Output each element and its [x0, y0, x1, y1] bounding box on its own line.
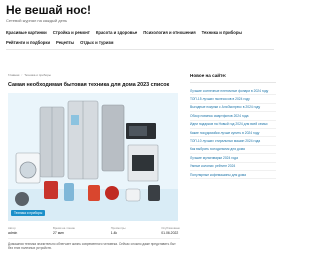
sidebar-list: Лучшие солнечные пленочные фонари в 2024… — [190, 87, 276, 180]
site-tagline: Сетевой журнал на каждый день — [6, 18, 68, 23]
breadcrumb: Главная / Техника и приборы — [8, 73, 51, 77]
site-title[interactable]: Не вешай нос! — [6, 4, 274, 17]
meta-published-label: Опубликовано — [161, 226, 180, 230]
site-header: Не вешай нос! Сетевой журнал на каждый д… — [6, 4, 274, 28]
sidebar-link[interactable]: Идеи подарков на Новый год 2024 для всей… — [190, 121, 276, 130]
meta-author-label: Автор — [8, 226, 16, 230]
nav-item-ratings[interactable]: Рейтинги и подборки — [6, 40, 50, 45]
sidebar-divider — [190, 82, 276, 83]
breadcrumb-separator: / — [21, 73, 23, 77]
article-title: Самая необходимая бытовая техника для до… — [8, 82, 170, 88]
appliances-illustration — [8, 93, 178, 221]
nav-item-travel[interactable]: Отдых и туризм — [80, 40, 113, 45]
sidebar-link[interactable]: Лучшие мультиварки 2024 года — [190, 154, 276, 163]
sidebar-link[interactable]: Выгодные покупки с АлиЭкспресс в 2024 го… — [190, 104, 276, 113]
main-nav-row-2: Рейтинги и подборки Рецепты Отдых и тури… — [6, 40, 113, 45]
meta-published: Опубликовано 01.06.2022 — [161, 226, 180, 235]
sidebar: Новое на сайте: Лучшие солнечные пленочн… — [190, 73, 276, 180]
sidebar-link[interactable]: Как выбрать холодильник для дома — [190, 146, 276, 155]
nav-item-construction[interactable]: Стройка и ремонт — [53, 30, 90, 35]
meta-author: Автор admin — [8, 226, 17, 235]
nav-divider — [6, 49, 274, 50]
sidebar-link[interactable]: Популярные кофемашины для дома — [190, 171, 276, 180]
sidebar-link[interactable]: Обзор новинок смартфонов 2024 года — [190, 112, 276, 121]
nav-item-tech[interactable]: Техника и приборы — [202, 30, 242, 35]
sidebar-link[interactable]: ТОП-10 лучших стиральных машин 2024 года — [190, 137, 276, 146]
breadcrumb-category[interactable]: Техника и приборы — [24, 73, 51, 77]
sidebar-title: Новое на сайте: — [190, 73, 227, 78]
nav-item-psychology[interactable]: Психология и отношения — [143, 30, 195, 35]
article-intro: Домашняя техника значительно облегчает ж… — [8, 242, 176, 251]
meta-views-label: Просмотры — [110, 226, 126, 230]
sidebar-link[interactable]: Какие посудомойки лучше купить в 2024 го… — [190, 129, 276, 138]
breadcrumb-home[interactable]: Главная — [8, 73, 19, 77]
nav-item-beauty[interactable]: Красота и здоровье — [96, 30, 137, 35]
main-nav-row-1: Красивые картинки Стройка и ремонт Красо… — [6, 30, 242, 35]
meta-divider — [8, 238, 180, 239]
meta-author-value[interactable]: admin — [8, 231, 17, 235]
article-hero-image: Техника и приборы — [8, 93, 178, 221]
meta-published-value: 01.06.2022 — [161, 231, 179, 235]
sidebar-link[interactable]: ТОП-15 лучших пылесосов в 2024 году — [190, 95, 276, 104]
meta-reading-time-label: Время на чтение — [52, 226, 75, 230]
meta-views: Просмотры 1.4k — [111, 226, 126, 235]
nav-item-pictures[interactable]: Красивые картинки — [6, 30, 47, 35]
category-badge[interactable]: Техника и приборы — [11, 210, 46, 216]
meta-reading-time-value: 27 мин — [52, 231, 64, 235]
article-meta: Автор admin Время на чтение 27 мин Просм… — [8, 226, 180, 235]
nav-item-recipes[interactable]: Рецепты — [56, 40, 74, 45]
sidebar-link[interactable]: Умные колонки: рейтинг 2024 — [190, 163, 276, 172]
sidebar-link[interactable]: Лучшие солнечные пленочные фонари в 2024… — [190, 87, 276, 96]
meta-views-value: 1.4k — [110, 231, 118, 235]
meta-reading-time: Время на чтение 27 мин — [53, 226, 75, 235]
